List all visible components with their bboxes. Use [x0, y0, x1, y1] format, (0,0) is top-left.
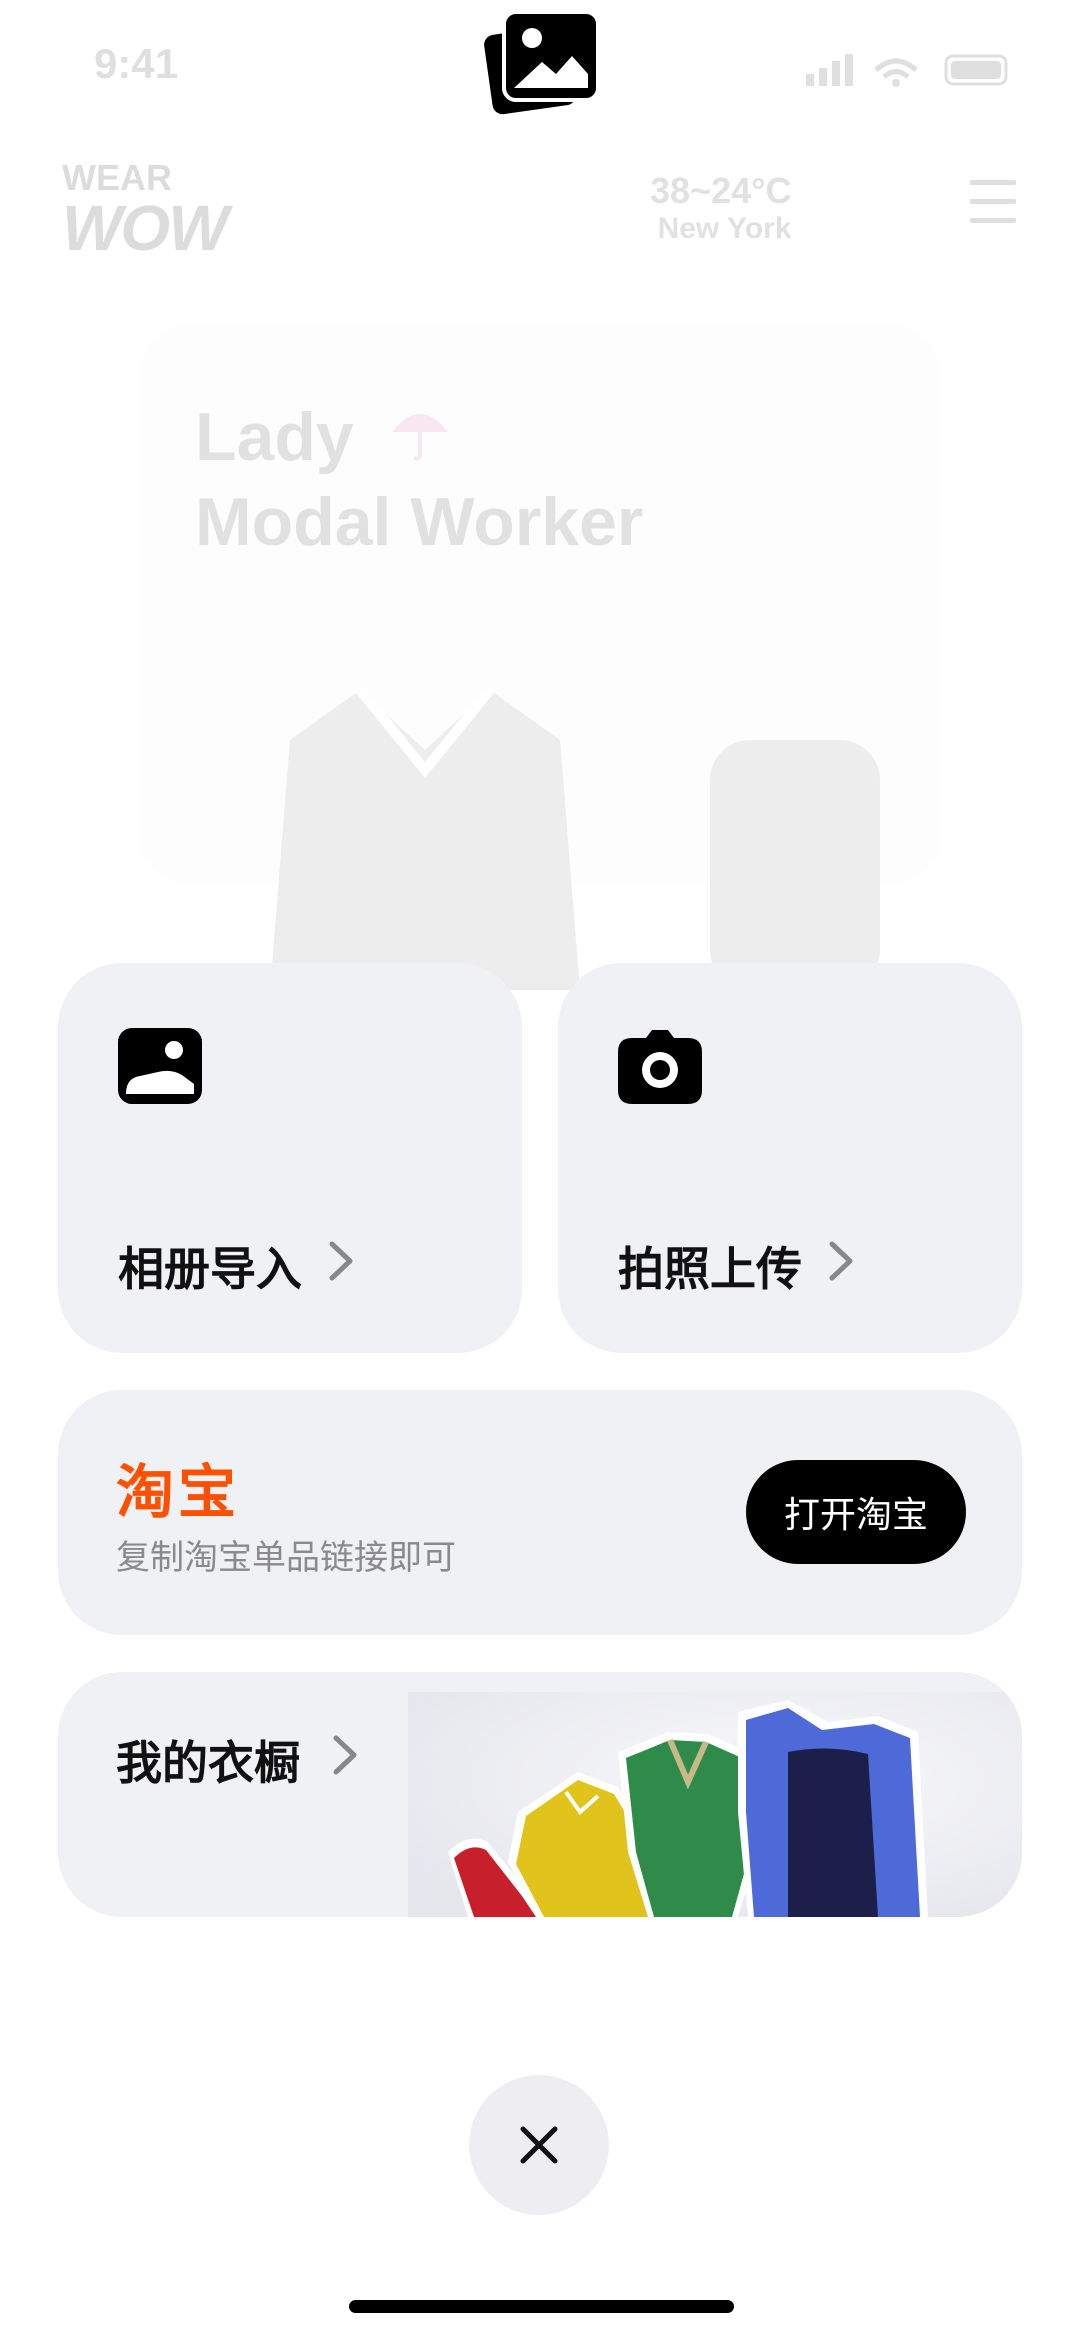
wardrobe-label: 我的衣橱: [116, 1736, 300, 1790]
chevron-right-icon: [829, 1241, 853, 1281]
taobao-logo: 淘宝: [116, 1458, 241, 1526]
close-icon: [520, 2126, 558, 2164]
taobao-card: 淘宝 复制淘宝单品链接即可 打开淘宝: [58, 1390, 1022, 1635]
weather-widget: 38~24°C New York: [650, 170, 792, 246]
chevron-right-icon: [333, 1735, 357, 1775]
gallery-icon: [484, 10, 600, 115]
taobao-subtitle: 复制淘宝单品链接即可: [116, 1538, 456, 1578]
camera-upload-label: 拍照上传: [618, 1242, 802, 1296]
photo-icon: [118, 1028, 202, 1104]
city: New York: [657, 212, 792, 245]
camera-upload-card[interactable]: 拍照上传: [558, 963, 1022, 1353]
status-time: 9:41: [94, 40, 179, 87]
close-button[interactable]: [469, 2075, 609, 2215]
menu-icon: [970, 180, 1016, 237]
wardrobe-clothes-image: [408, 1692, 1022, 1917]
app-logo: WEAR WOW: [62, 157, 229, 264]
shirt-image: [270, 686, 580, 990]
home-indicator: [349, 2300, 734, 2313]
open-taobao-button[interactable]: 打开淘宝: [746, 1460, 966, 1564]
jacket-image: [710, 740, 880, 990]
camera-icon: [618, 1030, 702, 1104]
chevron-right-icon: [329, 1241, 353, 1281]
temperature: 38~24°C: [650, 170, 792, 211]
my-wardrobe-card[interactable]: 我的衣橱: [58, 1672, 1022, 1917]
umbrella-icon: [392, 414, 448, 461]
album-import-card[interactable]: 相册导入: [58, 963, 522, 1353]
status-icons: [806, 54, 1008, 87]
background-home-screen: 9:41 WEAR WOW 38~24°C New York Lady Moda…: [0, 0, 1080, 1000]
album-import-label: 相册导入: [118, 1242, 302, 1296]
